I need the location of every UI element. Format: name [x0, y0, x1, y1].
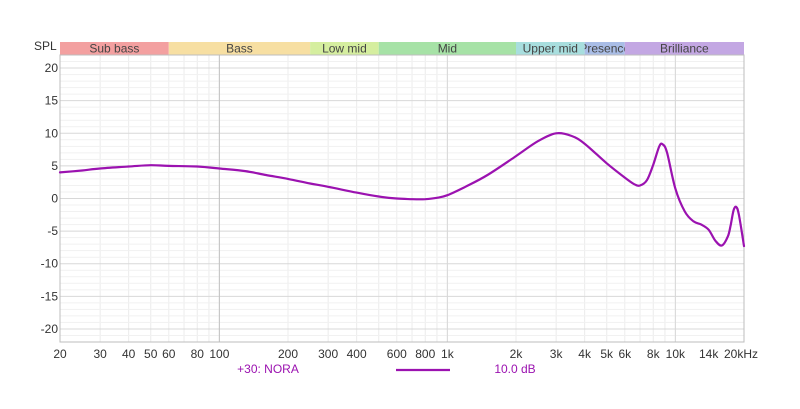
x-tick-label: 400: [347, 347, 367, 361]
band-label-presence: Presence: [579, 42, 630, 56]
x-tick-label: 14k: [699, 347, 719, 361]
x-tick-label: 4k: [578, 347, 592, 361]
y-tick-label: -10: [41, 257, 59, 271]
x-tick-labels: 20 30 40 50 60 80 100 200 300 400 600 800 1k 2k 3k 4k 5k…: [53, 347, 758, 361]
y-tick-labels: 20 15 10 5 0 -5 -10 -15 -20: [41, 61, 59, 336]
band-label-sub-bass: Sub bass: [89, 42, 139, 56]
legend-series-value: 10.0 dB: [494, 362, 535, 376]
x-tick-label: 100: [209, 347, 229, 361]
x-tick-label: 5k: [600, 347, 614, 361]
y-tick-label: 15: [45, 94, 59, 108]
x-tick-label: 20kHz: [724, 347, 758, 361]
x-tick-label: 40: [122, 347, 136, 361]
y-tick-label: 5: [51, 159, 58, 173]
x-tick-label: 8k: [647, 347, 661, 361]
band-label-low-mid: Low mid: [322, 42, 367, 56]
x-tick-label: 80: [191, 347, 205, 361]
y-tick-label: 0: [51, 192, 58, 206]
y-tick-label: -15: [41, 289, 59, 303]
x-tick-label: 600: [387, 347, 407, 361]
y-tick-label: 10: [45, 126, 59, 140]
y-tick-label: -20: [41, 322, 59, 336]
x-tick-label: 30: [93, 347, 107, 361]
frequency-bands: Sub bass Bass Low mid Mid Upper mid Presence B…: [60, 42, 744, 56]
x-tick-label: 300: [318, 347, 338, 361]
y-axis-label: SPL: [34, 39, 57, 53]
band-label-upper-mid: Upper mid: [523, 42, 578, 56]
x-tick-label: 3k: [550, 347, 564, 361]
x-tick-label: 60: [162, 347, 176, 361]
y-tick-label: 20: [45, 61, 59, 75]
x-tick-label: 1k: [441, 347, 455, 361]
band-label-mid: Mid: [438, 42, 457, 56]
legend-series-name: +30: NORA: [237, 362, 299, 376]
x-tick-label: 6k: [618, 347, 632, 361]
band-label-brilliance: Brilliance: [660, 42, 709, 56]
x-tick-label: 50: [144, 347, 158, 361]
x-tick-label: 2k: [510, 347, 524, 361]
x-tick-label: 10k: [666, 347, 686, 361]
x-tick-label: 200: [278, 347, 298, 361]
legend: +30: NORA 10.0 dB: [237, 362, 536, 376]
band-label-bass: Bass: [226, 42, 253, 56]
y-tick-label: -5: [47, 224, 58, 238]
x-tick-label: 800: [415, 347, 435, 361]
frequency-response-chart: Sub bass Bass Low mid Mid Upper mid Presence B…: [34, 39, 758, 376]
x-tick-label: 20: [53, 347, 67, 361]
